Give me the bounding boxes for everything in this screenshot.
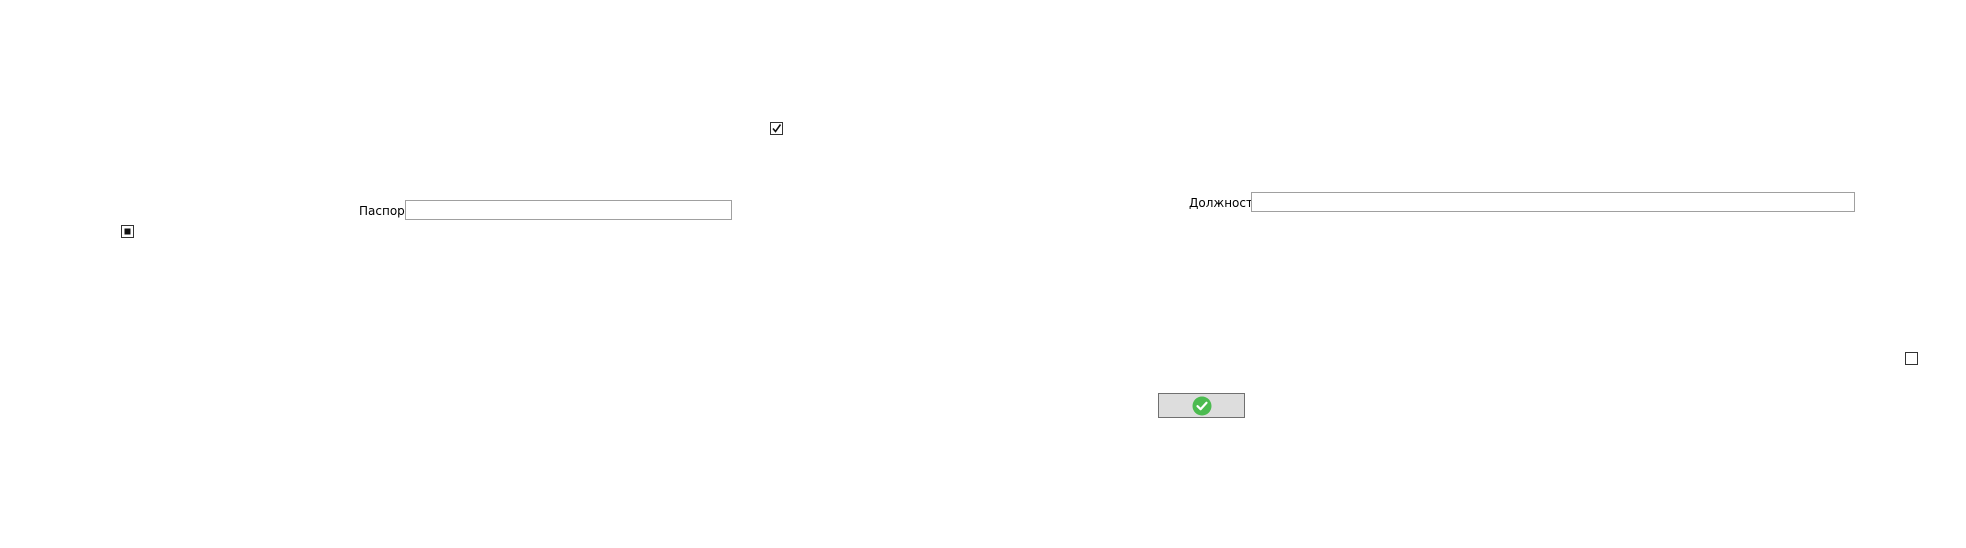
- passport-input[interactable]: [405, 200, 732, 220]
- indeterminate-square-icon: [124, 228, 131, 235]
- indeterminate-checkbox[interactable]: [121, 225, 134, 238]
- passport-label: Паспорт: [359, 204, 412, 218]
- position-input[interactable]: [1251, 192, 1855, 212]
- unchecked-checkbox[interactable]: [1905, 352, 1918, 365]
- checked-checkbox[interactable]: [770, 122, 783, 135]
- checkmark-icon: [772, 124, 782, 133]
- confirm-button[interactable]: [1158, 393, 1245, 418]
- position-label: Должность: [1189, 196, 1261, 210]
- check-circle-icon: [1192, 396, 1211, 415]
